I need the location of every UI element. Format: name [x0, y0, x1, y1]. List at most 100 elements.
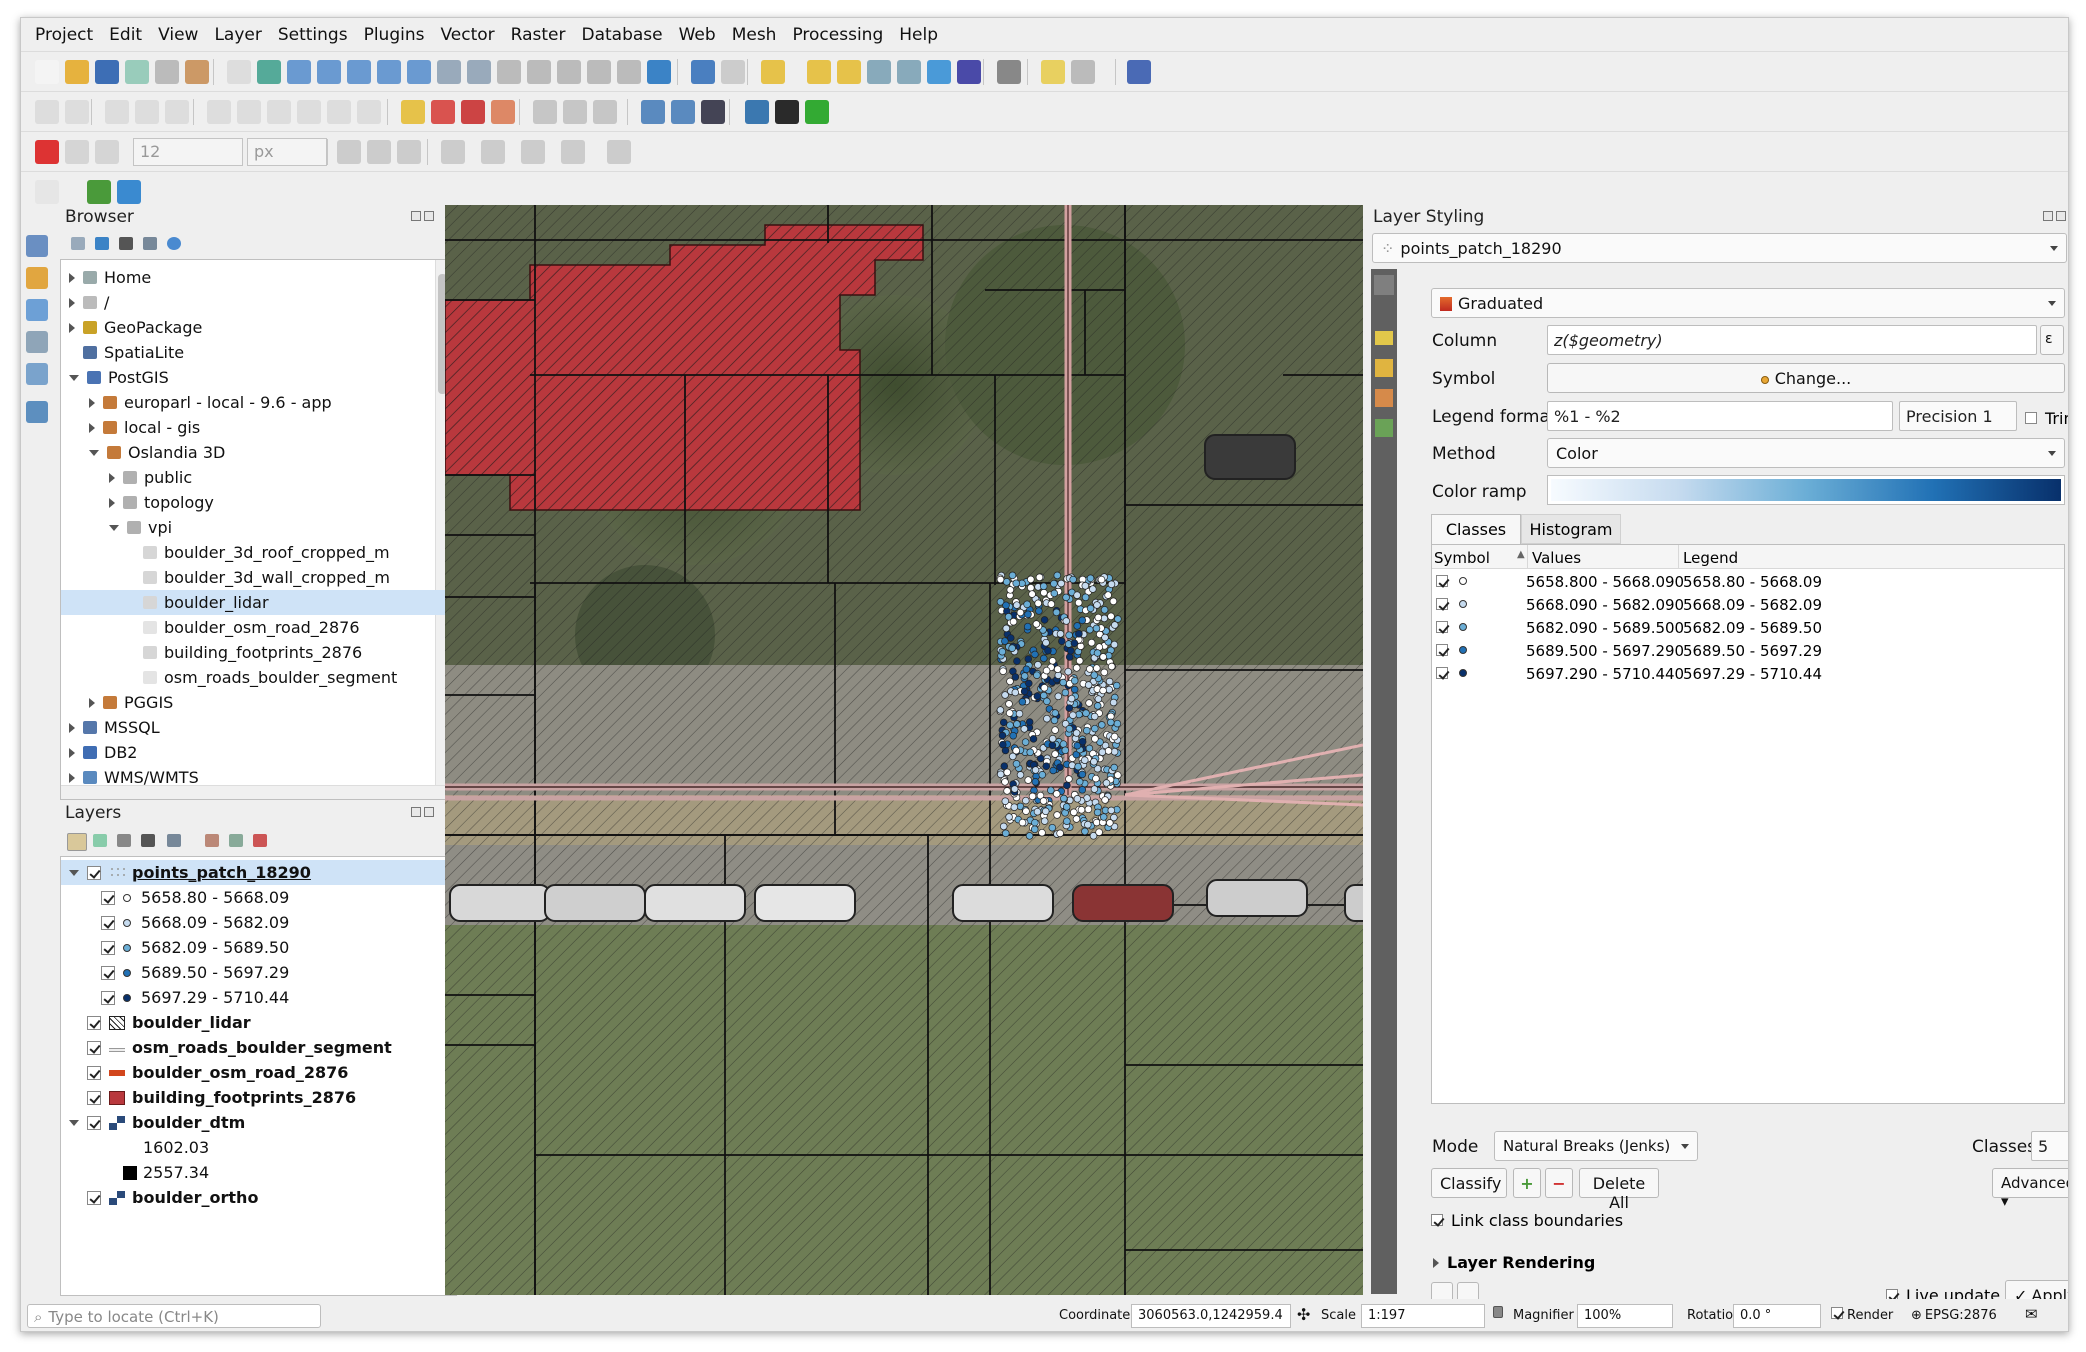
color-ramp-button[interactable] — [1547, 475, 2065, 505]
locate-icon[interactable] — [87, 180, 111, 204]
legend-item[interactable]: 5658.80 - 5668.09 — [61, 885, 456, 910]
menu-help[interactable]: Help — [899, 25, 938, 45]
expand-arrow-icon[interactable] — [69, 772, 75, 783]
statistics-icon[interactable] — [957, 60, 981, 84]
bookmark-icon[interactable] — [587, 60, 611, 84]
visibility-checkbox[interactable] — [101, 990, 115, 1005]
snap-segment-icon[interactable] — [95, 140, 119, 164]
avoid-overlap-icon[interactable] — [397, 140, 421, 164]
class-values[interactable]: 5658.800 - 5668.090 — [1526, 573, 1684, 591]
grip-icon[interactable] — [35, 180, 59, 204]
class-symbol-icon[interactable] — [1459, 669, 1467, 677]
masks-tab-icon[interactable] — [1375, 389, 1393, 407]
legend-format-field[interactable]: %1 - %2 — [1547, 401, 1893, 431]
symbol-column-header[interactable]: Symbol — [1434, 549, 1490, 567]
layer-item[interactable]: points_patch_18290 — [61, 860, 456, 885]
select-icon[interactable] — [761, 60, 785, 84]
precision-spinbox[interactable]: Precision 1 — [1899, 401, 2017, 431]
coordinate-field[interactable]: 3060563.0,1242959.4 — [1131, 1304, 1291, 1328]
shape-icon[interactable] — [481, 140, 505, 164]
info-icon[interactable] — [167, 237, 181, 250]
wcs-icon[interactable] — [701, 100, 725, 124]
add-group-icon[interactable] — [93, 834, 107, 847]
expression-button[interactable]: ε — [2040, 325, 2064, 355]
visibility-checkbox[interactable] — [101, 940, 115, 955]
expand-arrow-icon[interactable] — [109, 524, 119, 531]
topology-edit-icon[interactable] — [367, 140, 391, 164]
tab-classes[interactable]: Classes — [1431, 514, 1521, 544]
class-legend[interactable]: 5689.50 - 5697.29 — [1683, 642, 1822, 660]
class-values[interactable]: 5668.090 - 5682.090 — [1526, 596, 1684, 614]
measure-icon[interactable] — [997, 60, 1021, 84]
expand-arrow-icon[interactable] — [109, 497, 115, 508]
legend-item[interactable]: 2557.34 — [61, 1160, 456, 1185]
visibility-icon[interactable] — [117, 834, 131, 847]
menu-layer[interactable]: Layer — [214, 25, 261, 45]
wfs-icon[interactable] — [671, 100, 695, 124]
classes-count-spinbox[interactable]: 5 — [2031, 1131, 2068, 1161]
link-class-boundaries-checkbox[interactable]: Link class boundaries — [1431, 1211, 1623, 1230]
class-symbol-icon[interactable] — [1459, 577, 1467, 585]
show-bookmarks-icon[interactable] — [617, 60, 641, 84]
zoom-full-icon[interactable] — [347, 60, 371, 84]
map-canvas[interactable] — [445, 205, 1363, 1295]
vertex-tool-icon[interactable] — [165, 100, 189, 124]
tab-histogram[interactable]: Histogram — [1521, 514, 1621, 544]
refresh-icon[interactable] — [95, 237, 109, 250]
help-icon[interactable] — [1127, 60, 1151, 84]
browser-item[interactable]: / — [61, 290, 449, 315]
browser-item[interactable]: osm_roads_boulder_segment — [61, 665, 449, 690]
open-project-icon[interactable] — [65, 60, 89, 84]
expand-arrow-icon[interactable] — [69, 374, 79, 381]
browser-item[interactable]: PostGIS — [61, 365, 449, 390]
rotation-spinbox[interactable]: 0.0 ° — [1733, 1304, 1821, 1328]
browser-item[interactable]: Home — [61, 265, 449, 290]
class-legend[interactable]: 5658.80 - 5668.09 — [1683, 573, 1822, 591]
layer-item[interactable]: osm_roads_boulder_segment — [61, 1035, 456, 1060]
link-check[interactable] — [1431, 1214, 1443, 1226]
visibility-checkbox[interactable] — [87, 1040, 101, 1055]
menu-mesh[interactable]: Mesh — [732, 25, 777, 45]
close-icon[interactable] — [424, 211, 434, 221]
lock-icon[interactable] — [1493, 1306, 1503, 1318]
class-row[interactable]: 5689.500 - 5697.290 5689.50 - 5697.29 — [1432, 639, 2064, 662]
label-icon[interactable] — [401, 100, 425, 124]
zoom-last-icon[interactable] — [467, 60, 491, 84]
visibility-checkbox[interactable] — [87, 1015, 101, 1030]
change-symbol-button[interactable]: Change... — [1547, 363, 2065, 393]
remove-class-icon[interactable]: − — [1545, 1168, 1573, 1198]
values-column-header[interactable]: Values — [1532, 549, 1581, 567]
browser-item[interactable]: vpi — [61, 515, 449, 540]
cut-icon[interactable] — [237, 100, 261, 124]
class-legend[interactable]: 5668.09 - 5682.09 — [1683, 596, 1822, 614]
class-values[interactable]: 5689.500 - 5697.290 — [1526, 642, 1684, 660]
float-icon[interactable] — [2043, 211, 2053, 221]
filter-icon[interactable] — [141, 834, 155, 847]
rect-icon[interactable] — [561, 140, 585, 164]
expand-arrow-icon[interactable] — [69, 272, 75, 283]
expand-arrow-icon[interactable] — [69, 722, 75, 733]
menu-vector[interactable]: Vector — [440, 25, 494, 45]
field-calculator-icon[interactable] — [897, 60, 921, 84]
browser-item[interactable]: boulder_3d_roof_cropped_m — [61, 540, 449, 565]
expand-arrow-icon[interactable] — [69, 322, 75, 333]
scale-select[interactable]: 1:197 — [1361, 1304, 1485, 1328]
processing-icon[interactable] — [117, 180, 141, 204]
style-manager-icon[interactable] — [67, 833, 87, 851]
column-field[interactable]: z($geometry) — [1547, 325, 2037, 355]
float-icon[interactable] — [411, 211, 421, 221]
legend-item[interactable]: 5682.09 - 5689.50 — [61, 935, 456, 960]
add-vector-icon[interactable] — [26, 235, 48, 257]
copy-icon[interactable] — [267, 100, 291, 124]
legend-item[interactable]: 1602.03 — [61, 1135, 456, 1160]
undo-icon[interactable] — [327, 100, 351, 124]
close-icon[interactable] — [2056, 211, 2066, 221]
visibility-checkbox[interactable] — [87, 1090, 101, 1105]
float-icon[interactable] — [411, 807, 421, 817]
add-raster-icon[interactable] — [26, 267, 48, 289]
messages-icon[interactable]: ✉ — [2025, 1305, 2038, 1323]
temporal-icon[interactable] — [557, 60, 581, 84]
browser-item[interactable]: MSSQL — [61, 715, 449, 740]
layer-item[interactable]: boulder_lidar — [61, 1010, 456, 1035]
attribute-table-icon[interactable] — [867, 60, 891, 84]
